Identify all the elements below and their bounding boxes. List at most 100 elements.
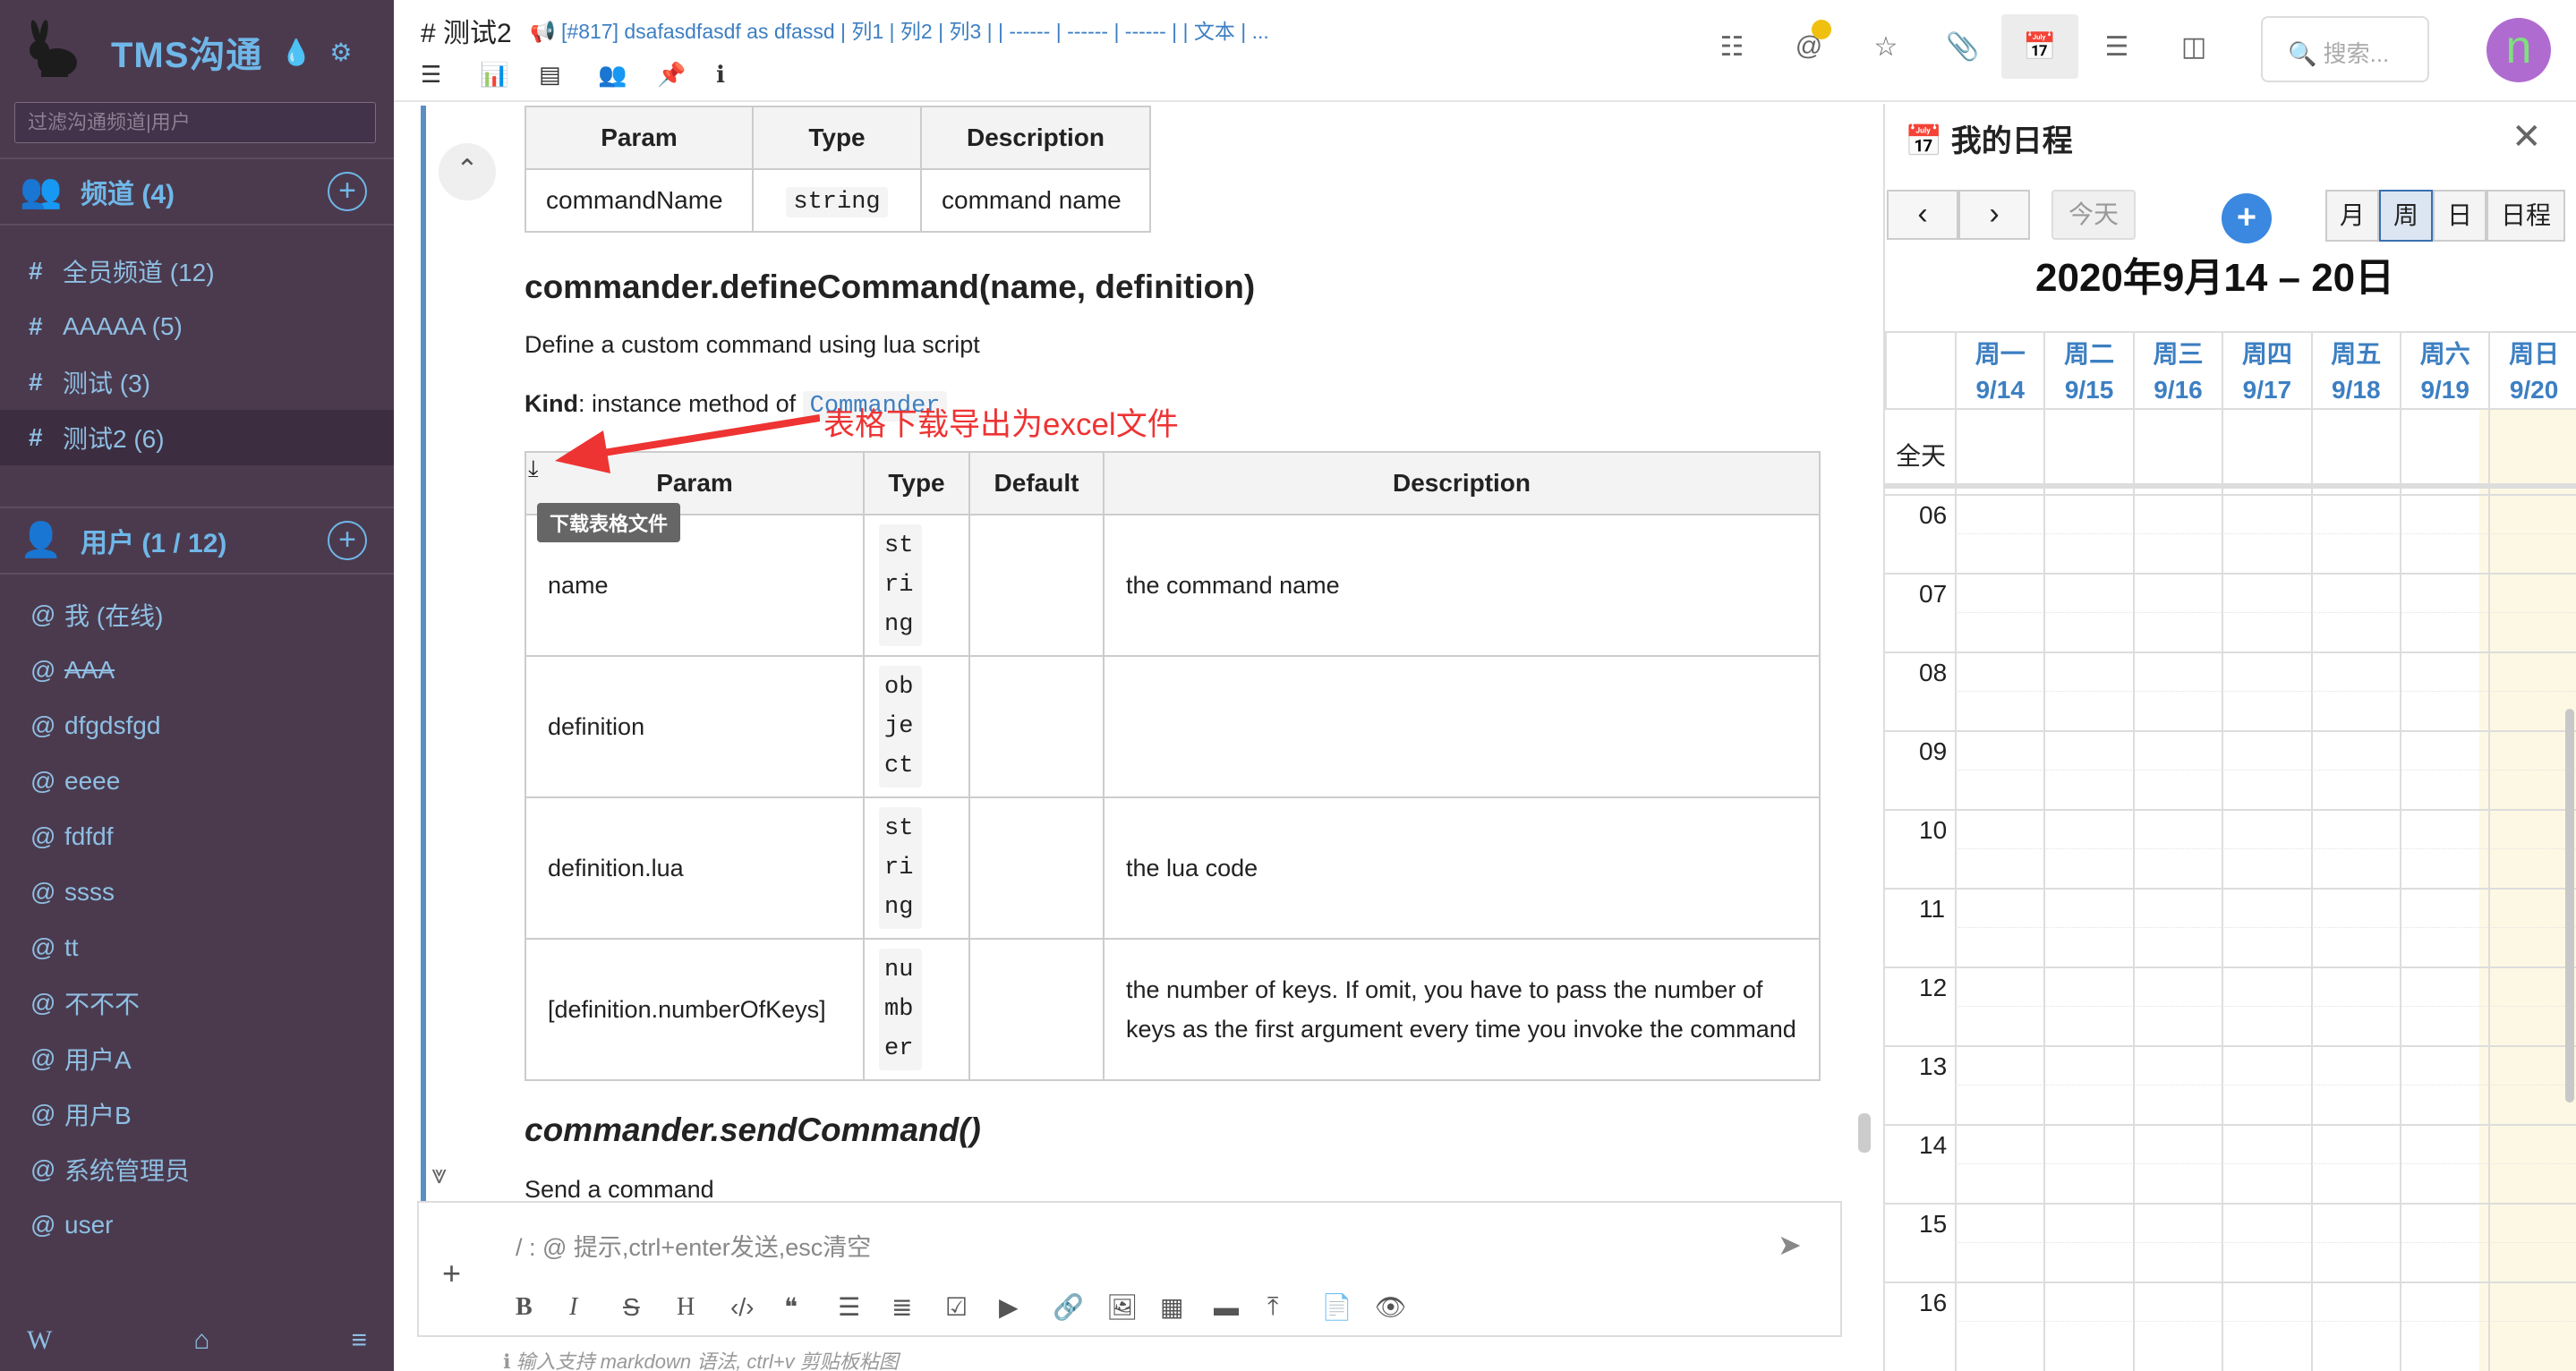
allday-label: 全天 bbox=[1896, 442, 1947, 470]
attachment-icon[interactable]: 📎 bbox=[1924, 14, 2001, 79]
bold-icon[interactable]: B bbox=[516, 1293, 569, 1322]
type-code: string bbox=[879, 807, 922, 929]
day-header[interactable]: 周三 9/16 bbox=[2132, 331, 2222, 408]
wiki-icon[interactable]: W bbox=[27, 1325, 52, 1356]
sidebar-item-user[interactable]: @ 我 (在线) bbox=[0, 587, 394, 643]
params-table-small: Param Type Description commandName strin… bbox=[525, 106, 1151, 233]
collapse-chevron-up-icon[interactable]: ⌃ bbox=[439, 143, 496, 200]
sidebar-item-user[interactable]: @ tt bbox=[0, 920, 394, 975]
table-cell bbox=[968, 796, 1105, 940]
ordered-list-icon[interactable]: ≣ bbox=[891, 1292, 945, 1322]
half-hour-line bbox=[1955, 1006, 2576, 1007]
upload-icon[interactable]: ⤒ bbox=[1267, 1292, 1321, 1322]
strikethrough-icon[interactable]: S bbox=[623, 1293, 677, 1322]
sidebar-item-user[interactable]: @ ssss bbox=[0, 864, 394, 920]
type-code: string bbox=[786, 187, 888, 217]
sidebar-item-user[interactable]: @ 用户B bbox=[0, 1086, 394, 1142]
add-user-button[interactable]: + bbox=[328, 521, 367, 560]
sidebar-item-user[interactable]: @ 系统管理员 bbox=[0, 1142, 394, 1197]
horizontal-rule-icon[interactable]: ▬ bbox=[1214, 1293, 1267, 1322]
heading-icon[interactable]: H bbox=[677, 1293, 730, 1322]
cogs-icon[interactable]: ⚙ bbox=[329, 38, 352, 67]
close-icon[interactable]: ✕ bbox=[2512, 116, 2542, 158]
message-input[interactable]: / : @ 提示,ctrl+enter发送,esc清空 bbox=[516, 1228, 871, 1263]
drop-icon[interactable]: 💧 bbox=[280, 38, 311, 67]
filter-sort-icon[interactable]: ⩔ bbox=[431, 1160, 447, 1190]
sidebar-item-channel[interactable]: # 测试 (3) bbox=[0, 354, 394, 410]
bar-chart-icon[interactable]: 📊 bbox=[480, 61, 539, 89]
add-channel-button[interactable]: + bbox=[328, 172, 367, 211]
sidebar-item-user[interactable]: @ user bbox=[0, 1197, 394, 1253]
code-icon[interactable]: ‹/› bbox=[730, 1293, 784, 1322]
users-header-label: 用户 (1 / 12) bbox=[81, 529, 227, 558]
mention-icon[interactable]: @ bbox=[1770, 14, 1847, 79]
view-day-button[interactable]: 日 bbox=[2433, 190, 2487, 242]
brand: TMS沟通 💧 ⚙ bbox=[21, 16, 388, 88]
info-icon[interactable]: ℹ bbox=[716, 61, 775, 89]
view-agenda-button[interactable]: 日程 bbox=[2486, 190, 2566, 242]
play-icon[interactable]: ▶ bbox=[999, 1292, 1053, 1322]
sidebar-item-channel[interactable]: # AAAAA (5) bbox=[0, 299, 394, 354]
method-heading: commander.sendCommand() bbox=[525, 1111, 981, 1148]
add-attachment-button[interactable]: + bbox=[442, 1255, 461, 1292]
search-input[interactable]: 🔍 搜索... bbox=[2261, 16, 2429, 82]
menu-icon[interactable]: ☰ bbox=[421, 61, 480, 89]
half-hour-line bbox=[1955, 1085, 2576, 1086]
sidebar-item-user[interactable]: @ 用户A bbox=[0, 1031, 394, 1086]
channel-description-text: [#817] dsafasdfasdf as dfassd | 列1 | 列2 … bbox=[561, 20, 1269, 43]
view-month-button[interactable]: 月 bbox=[2325, 190, 2380, 242]
preview-eye-icon[interactable]: 👁 bbox=[1375, 1292, 1429, 1322]
list-icon[interactable]: ☷ bbox=[1693, 14, 1770, 79]
unordered-list-icon[interactable]: ☰ bbox=[838, 1292, 891, 1322]
prev-week-button[interactable]: ‹ bbox=[1887, 190, 1958, 240]
table-cell: string bbox=[752, 168, 922, 233]
users-section-header[interactable]: 👤 用户 (1 / 12) + bbox=[0, 507, 394, 575]
send-icon[interactable]: ➤ bbox=[1778, 1228, 1802, 1262]
image-icon[interactable]: 🖼 bbox=[1106, 1292, 1160, 1322]
header-toolbar: ☰ 📊 ▤ 👥 📌 ℹ bbox=[421, 61, 775, 89]
calendar-scrollbar[interactable] bbox=[2565, 709, 2574, 1103]
calendar-icon[interactable]: 📅 bbox=[2001, 14, 2078, 79]
italic-icon[interactable]: I bbox=[569, 1293, 623, 1322]
pin-icon[interactable]: 📌 bbox=[657, 61, 716, 89]
allday-row: 全天 bbox=[1885, 408, 2576, 489]
day-header[interactable]: 周四 9/17 bbox=[2222, 331, 2311, 408]
method-description: Send a command bbox=[525, 1176, 714, 1201]
day-header[interactable]: 周五 9/18 bbox=[2310, 331, 2400, 408]
avatar[interactable]: n bbox=[2486, 18, 2551, 82]
sidebar-item-user[interactable]: @ fdfdf bbox=[0, 809, 394, 864]
content-scrollbar[interactable] bbox=[1858, 1113, 1871, 1153]
home-icon[interactable]: ⌂ bbox=[193, 1325, 209, 1356]
columns-icon[interactable]: ◫ bbox=[2155, 14, 2232, 79]
day-header[interactable]: 周六 9/19 bbox=[2400, 331, 2489, 408]
today-button[interactable]: 今天 bbox=[2051, 190, 2136, 240]
sidebar-item-user[interactable]: @ dfgdsfgd bbox=[0, 698, 394, 754]
channels-section-header[interactable]: 👥 频道 (4) + bbox=[0, 158, 394, 226]
users-icon[interactable]: 👥 bbox=[598, 61, 657, 89]
quote-icon[interactable]: ❝ bbox=[784, 1292, 838, 1322]
sidebar-item-channel-active[interactable]: # 测试2 (6) bbox=[0, 410, 394, 465]
sidebar-item-user[interactable]: @ AAA bbox=[0, 643, 394, 698]
table-cell: definition.lua bbox=[525, 796, 865, 940]
table-icon[interactable]: ▦ bbox=[1160, 1292, 1214, 1322]
menu-icon[interactable]: ≡ bbox=[351, 1325, 367, 1356]
star-icon[interactable]: ☆ bbox=[1847, 14, 1924, 79]
day-header[interactable]: 周日 9/20 bbox=[2488, 331, 2576, 408]
sidebar-item-channel[interactable]: # 全员频道 (12) bbox=[0, 243, 394, 299]
sidebar-item-user[interactable]: @ 不不不 bbox=[0, 975, 394, 1031]
list-ul-icon[interactable]: ☰ bbox=[2078, 14, 2155, 79]
day-header[interactable]: 周一 9/14 bbox=[1955, 331, 2044, 408]
next-week-button[interactable]: › bbox=[1958, 190, 2030, 240]
channel-description[interactable]: 📢 [#817] dsafasdfasdf as dfassd | 列1 | 列… bbox=[530, 14, 1269, 45]
excel-file-icon[interactable]: 📄 bbox=[1321, 1292, 1375, 1322]
day-header[interactable]: 周二 9/15 bbox=[2043, 331, 2133, 408]
checkbox-icon[interactable]: ☑ bbox=[945, 1292, 999, 1322]
add-event-button[interactable]: + bbox=[2222, 193, 2272, 243]
view-week-button[interactable]: 周 bbox=[2379, 190, 2434, 242]
method-heading: commander.defineCommand(name, definition… bbox=[525, 268, 1256, 305]
channel-filter-input[interactable]: 过滤沟通频道|用户 bbox=[14, 102, 376, 143]
list-alt-icon[interactable]: ▤ bbox=[539, 61, 598, 89]
sidebar-item-user[interactable]: @ eeee bbox=[0, 754, 394, 809]
download-table-icon[interactable]: ⤓ bbox=[528, 455, 539, 483]
link-icon[interactable]: 🔗 bbox=[1053, 1292, 1106, 1322]
